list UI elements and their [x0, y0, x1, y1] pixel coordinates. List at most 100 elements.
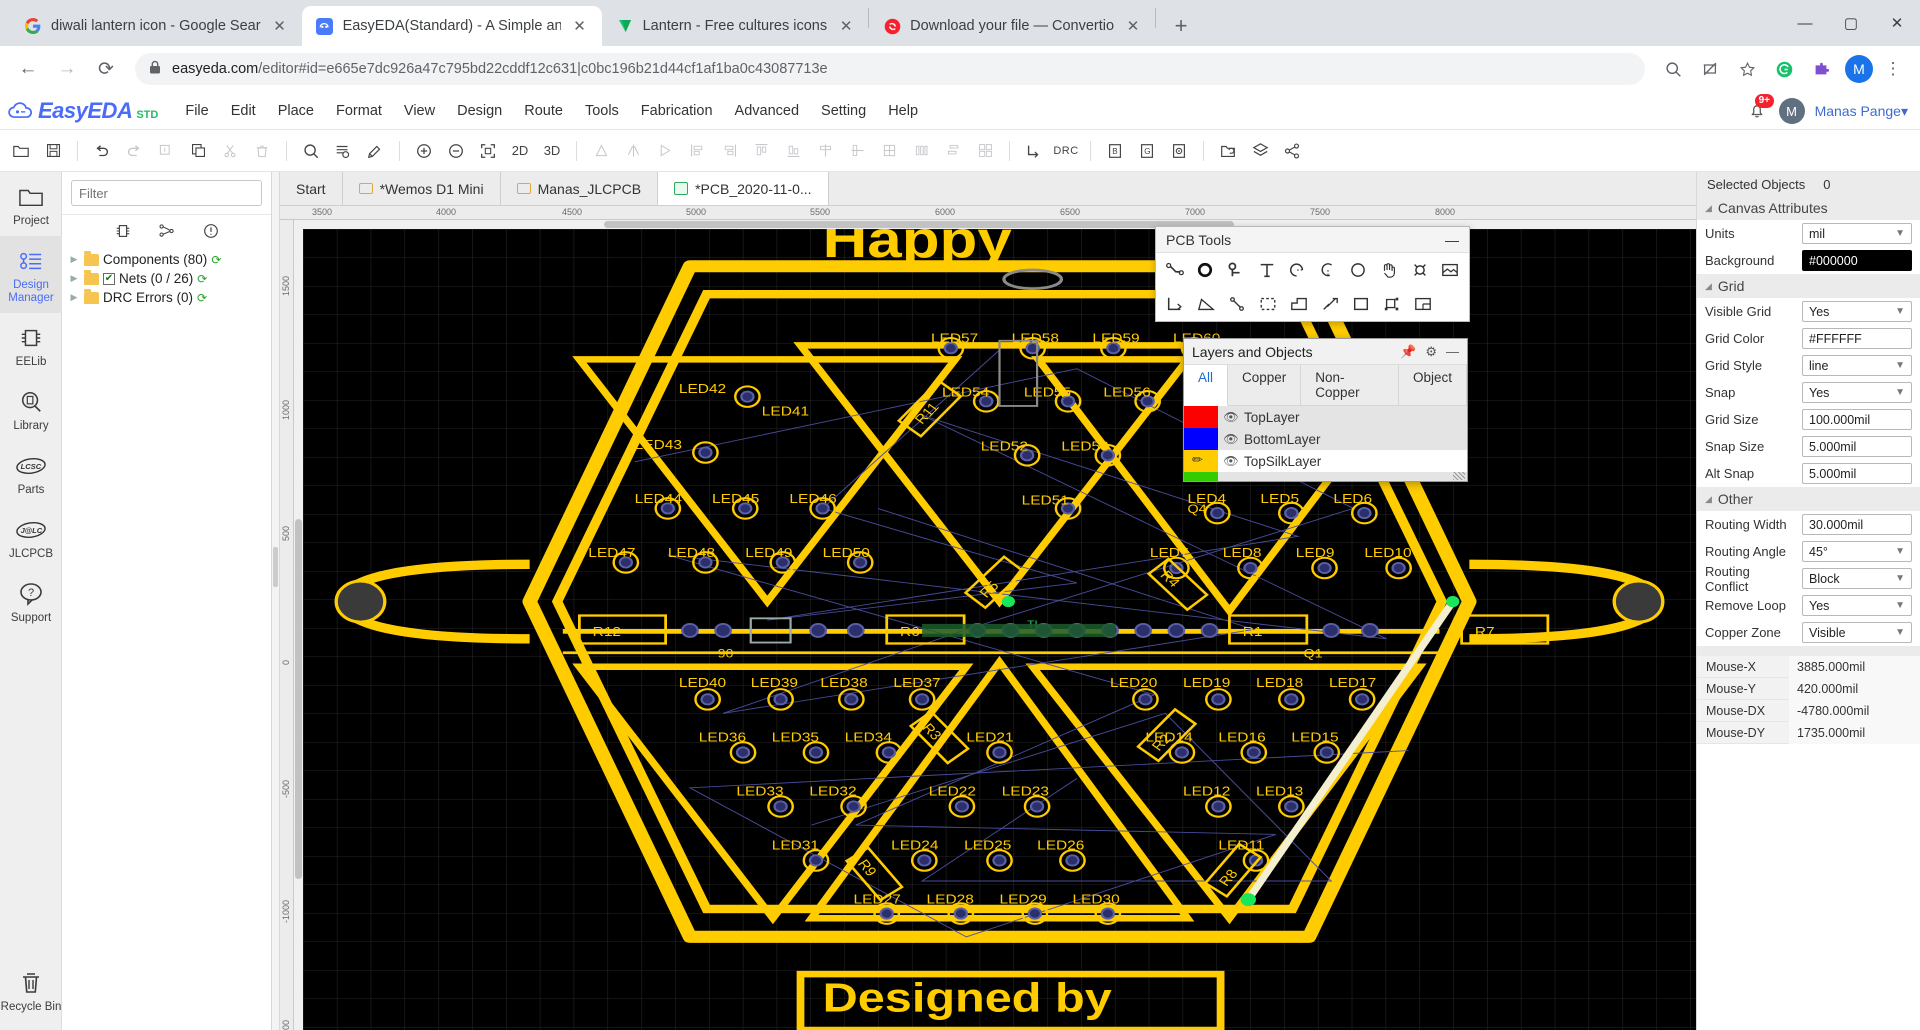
easyeda-logo[interactable]: EasyEDA STD [8, 98, 158, 124]
layer-row-toplayer[interactable]: 👁 TopLayer [1184, 406, 1467, 428]
vertical-ruler[interactable]: 1500 1000 500 0 -500 -1000 -1500 [280, 220, 294, 1030]
refresh-icon[interactable]: ⟳ [211, 253, 221, 267]
units-select[interactable]: mil ▼ [1802, 223, 1912, 244]
search-icon[interactable] [1656, 52, 1690, 86]
route-icon[interactable] [1019, 136, 1049, 166]
drc-errors-icon[interactable] [202, 222, 220, 245]
visible-grid-select[interactable]: Yes ▼ [1802, 301, 1912, 322]
chevron-right-icon[interactable]: ▶ [68, 292, 80, 303]
drag-hand-icon[interactable] [1374, 257, 1404, 283]
share-icon[interactable] [1277, 136, 1307, 166]
nets-checkbox[interactable]: ✔ [103, 272, 115, 285]
layer-row-topsilklayer[interactable]: ✏ 👁 TopSilkLayer [1184, 450, 1467, 472]
table-icon[interactable] [1408, 291, 1438, 317]
pcb-tools-panel[interactable]: PCB Tools — [1155, 226, 1470, 322]
section-other[interactable]: ◢ Other [1697, 487, 1920, 511]
via-icon[interactable] [1221, 257, 1251, 283]
background-color-field[interactable]: #000000 [1802, 250, 1912, 271]
mirror-icon[interactable] [618, 136, 648, 166]
layers-icon[interactable] [1245, 136, 1275, 166]
menu-view[interactable]: View [393, 97, 446, 125]
circle-icon[interactable] [1344, 257, 1374, 283]
zoom-fit-icon[interactable] [473, 136, 503, 166]
reload-icon[interactable]: ⟳ [88, 51, 124, 87]
undo-icon[interactable] [87, 136, 117, 166]
grammarly-icon[interactable] [1767, 52, 1801, 86]
angle-icon[interactable] [1191, 291, 1221, 317]
sidebar-item-jlcpcb[interactable]: J@LC JLCPCB [0, 505, 62, 569]
select-region-icon[interactable] [1253, 291, 1283, 317]
text-icon[interactable] [1252, 257, 1282, 283]
tree-item-components[interactable]: ▶ Components (80) ⟳ [62, 250, 271, 269]
refresh-icon[interactable]: ⟳ [197, 272, 207, 286]
measure-line-icon[interactable] [1222, 291, 1252, 317]
avatar[interactable]: M [1778, 98, 1805, 124]
zoom-out-icon[interactable] [441, 136, 471, 166]
scrollbar-thumb[interactable] [604, 221, 1234, 228]
gear-icon[interactable]: ⚙ [1425, 344, 1437, 360]
window-maximize-button[interactable]: ▢ [1828, 0, 1874, 46]
eye-icon[interactable]: 👁 [1218, 410, 1244, 424]
minimize-icon[interactable]: — [1445, 232, 1459, 248]
arc-icon[interactable] [1282, 257, 1312, 283]
block-popups-icon[interactable] [1693, 52, 1727, 86]
doc-tab-wemos[interactable]: *Wemos D1 Mini [343, 172, 501, 205]
browser-tab-4[interactable]: Download your file — Convertio ✕ [869, 6, 1155, 46]
doc-tab-start[interactable]: Start [280, 172, 343, 205]
solid-region-icon[interactable] [1315, 291, 1345, 317]
alt-snap-field[interactable]: 5.000mil [1802, 463, 1912, 484]
board-outline-icon[interactable]: B [1100, 136, 1130, 166]
import-changes-icon[interactable] [1213, 136, 1243, 166]
menu-place[interactable]: Place [267, 97, 325, 125]
view-2d-button[interactable]: 2D [505, 136, 535, 166]
measure-icon[interactable] [360, 136, 390, 166]
align-bottom-icon[interactable] [778, 136, 808, 166]
dimension-icon[interactable] [1160, 291, 1190, 317]
tree-item-nets[interactable]: ▶ ✔ Nets (0 / 26) ⟳ [62, 269, 271, 288]
layers-and-objects-panel[interactable]: Layers and Objects 📌 ⚙ — All Copper Non-… [1183, 338, 1468, 482]
menu-fabrication[interactable]: Fabrication [630, 97, 724, 125]
layer-color-swatch[interactable] [1184, 472, 1218, 481]
browser-tab-3[interactable]: Lantern - Free cultures icons ✕ [602, 6, 869, 46]
zoom-in-icon[interactable] [409, 136, 439, 166]
cut-icon[interactable] [215, 136, 245, 166]
close-icon[interactable]: ✕ [570, 17, 590, 35]
snap-select[interactable]: Yes ▼ [1802, 382, 1912, 403]
track-icon[interactable] [1160, 257, 1190, 283]
tab-all[interactable]: All [1184, 365, 1229, 406]
pin-icon[interactable]: 📌 [1400, 344, 1416, 360]
username-label[interactable]: Manas Pange▾ [1815, 103, 1908, 120]
refresh-icon[interactable]: ⟳ [197, 291, 207, 305]
forward-icon[interactable]: → [49, 51, 85, 87]
menu-tools[interactable]: Tools [574, 97, 630, 125]
browser-tab-2[interactable]: EasyEDA(Standard) - A Simple an ✕ [301, 6, 602, 46]
distribute-v-icon[interactable] [938, 136, 968, 166]
scrollbar-thumb[interactable] [295, 519, 302, 879]
tree-item-drc-errors[interactable]: ▶ DRC Errors (0) ⟳ [62, 288, 271, 307]
redo-icon[interactable] [119, 136, 149, 166]
grid-size-field[interactable]: 100.000mil [1802, 409, 1912, 430]
flip-icon[interactable] [650, 136, 680, 166]
routing-conflict-select[interactable]: Block ▼ [1802, 568, 1912, 589]
menu-edit[interactable]: Edit [220, 97, 267, 125]
minimize-icon[interactable]: — [1446, 344, 1459, 359]
panel-resizer[interactable] [272, 172, 280, 1030]
recycle-bin-button[interactable]: Recycle Bin [0, 958, 62, 1022]
eye-icon[interactable]: 👁 [1218, 432, 1244, 446]
section-grid[interactable]: ◢ Grid [1697, 274, 1920, 298]
sidebar-item-parts[interactable]: LCSC Parts [0, 441, 62, 505]
align-left-icon[interactable] [682, 136, 712, 166]
layer-row-bottomlayer[interactable]: 👁 BottomLayer [1184, 428, 1467, 450]
menu-format[interactable]: Format [325, 97, 393, 125]
new-tab-button[interactable]: + [1164, 9, 1198, 43]
collapse-caret-icon[interactable]: ◢ [1705, 203, 1712, 214]
align-top-icon[interactable] [746, 136, 776, 166]
routing-width-field[interactable]: 30.000mil [1802, 514, 1912, 535]
layers-panel-titlebar[interactable]: Layers and Objects 📌 ⚙ — [1184, 339, 1467, 365]
sidebar-item-support[interactable]: ? Support [0, 569, 62, 633]
routing-angle-select[interactable]: 45° ▼ [1802, 541, 1912, 562]
chevron-right-icon[interactable]: ▶ [68, 273, 80, 284]
profile-avatar[interactable]: M [1845, 55, 1873, 83]
window-close-button[interactable]: ✕ [1874, 0, 1920, 46]
window-minimize-button[interactable]: — [1782, 0, 1828, 46]
